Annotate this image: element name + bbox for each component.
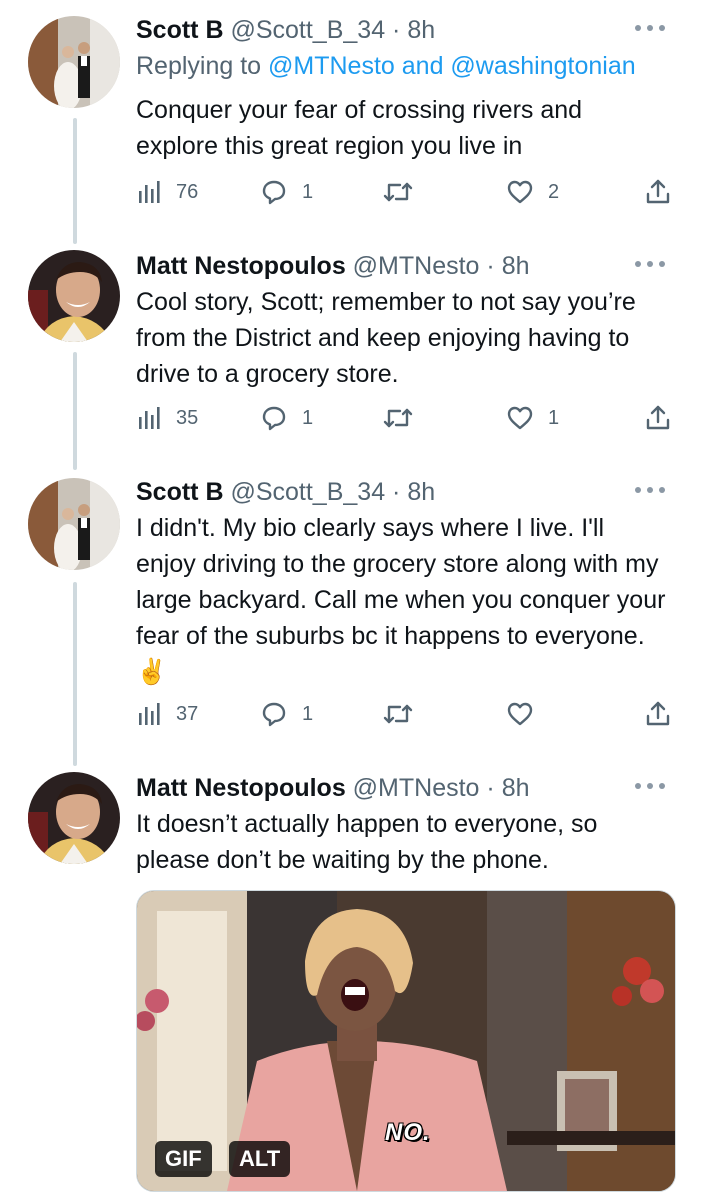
like-button[interactable] bbox=[506, 696, 548, 732]
more-dots-icon[interactable] bbox=[635, 480, 665, 500]
tweet-header: Scott B @Scott_B_34 · 8h bbox=[136, 476, 435, 508]
like-count: 2 bbox=[548, 180, 560, 203]
views-count: 37 bbox=[176, 702, 199, 725]
reply-bubble-icon bbox=[262, 406, 286, 431]
avatar[interactable] bbox=[28, 250, 120, 342]
more-dots-icon[interactable] bbox=[635, 18, 665, 38]
share-button[interactable] bbox=[644, 174, 672, 210]
timestamp[interactable]: · 8h bbox=[392, 16, 435, 44]
like-button[interactable]: 1 bbox=[506, 400, 559, 436]
action-bar: 37 1 bbox=[136, 696, 676, 732]
more-dots-icon[interactable] bbox=[635, 776, 665, 796]
action-bar: 35 1 1 bbox=[136, 400, 676, 436]
tweet-text: Conquer your fear of crossing rivers and… bbox=[136, 96, 583, 160]
tweet-text: Cool story, Scott; remember to not say y… bbox=[136, 288, 636, 388]
alt-badge[interactable]: ALT bbox=[229, 1141, 291, 1177]
avatar[interactable] bbox=[28, 772, 120, 864]
avatar[interactable] bbox=[28, 16, 120, 108]
views-count: 35 bbox=[176, 406, 199, 429]
display-name[interactable]: Scott B bbox=[136, 16, 224, 44]
heart-icon bbox=[507, 406, 533, 430]
timestamp[interactable]: · 8h bbox=[486, 252, 529, 280]
display-name[interactable]: Matt Nestopoulos bbox=[136, 774, 346, 802]
share-button[interactable] bbox=[644, 400, 672, 436]
timestamp[interactable]: · 8h bbox=[392, 478, 435, 506]
tweet-header: Matt Nestopoulos @MTNesto · 8h bbox=[136, 250, 530, 282]
gif-badge: GIF bbox=[155, 1141, 212, 1177]
reply-bubble-icon bbox=[262, 180, 286, 205]
retweet-icon bbox=[383, 182, 413, 202]
retweet-button[interactable] bbox=[382, 400, 428, 436]
heart-icon bbox=[507, 180, 533, 204]
reply-count: 1 bbox=[302, 180, 314, 203]
action-bar: 76 1 2 bbox=[136, 174, 676, 210]
tweet-text: It doesn’t actually happen to everyone, … bbox=[136, 810, 598, 874]
thread-connector bbox=[73, 582, 77, 766]
like-button[interactable]: 2 bbox=[506, 174, 559, 210]
bar-chart-icon bbox=[139, 407, 160, 429]
more-dots-icon[interactable] bbox=[635, 254, 665, 274]
avatar[interactable] bbox=[28, 478, 120, 570]
thread-connector bbox=[73, 352, 77, 470]
retweet-button[interactable] bbox=[382, 696, 428, 732]
display-name[interactable]: Matt Nestopoulos bbox=[136, 252, 346, 280]
like-count: 1 bbox=[548, 406, 560, 429]
views-button[interactable]: 37 bbox=[136, 696, 198, 732]
timestamp[interactable]: · 8h bbox=[486, 774, 529, 802]
reply-count: 1 bbox=[302, 406, 314, 429]
handle[interactable]: @MTNesto bbox=[353, 774, 480, 802]
views-count: 76 bbox=[176, 180, 199, 203]
replying-to-handles[interactable]: @MTNesto and @washingtonian bbox=[268, 52, 636, 80]
handle[interactable]: @MTNesto bbox=[353, 252, 480, 280]
gif-caption: NO. bbox=[385, 1119, 431, 1146]
retweet-button[interactable] bbox=[382, 174, 428, 210]
retweet-icon bbox=[383, 704, 413, 724]
heart-icon bbox=[507, 702, 533, 726]
views-button[interactable]: 35 bbox=[136, 400, 198, 436]
reply-count: 1 bbox=[302, 702, 314, 725]
reply-button[interactable]: 1 bbox=[260, 400, 313, 436]
bar-chart-icon bbox=[139, 703, 160, 725]
share-icon bbox=[646, 405, 670, 430]
replying-to: Replying to @MTNesto and @washingtonian bbox=[136, 50, 636, 82]
retweet-icon bbox=[383, 408, 413, 428]
replying-to-prefix: Replying to bbox=[136, 52, 262, 80]
tweet-header: Matt Nestopoulos @MTNesto · 8h bbox=[136, 772, 530, 804]
display-name[interactable]: Scott B bbox=[136, 478, 224, 506]
thread-connector bbox=[73, 118, 77, 244]
reply-button[interactable]: 1 bbox=[260, 174, 313, 210]
handle[interactable]: @Scott_B_34 bbox=[230, 16, 385, 44]
views-button[interactable]: 76 bbox=[136, 174, 198, 210]
reply-button[interactable]: 1 bbox=[260, 696, 313, 732]
share-icon bbox=[646, 179, 670, 204]
handle[interactable]: @Scott_B_34 bbox=[230, 478, 385, 506]
bar-chart-icon bbox=[139, 181, 160, 203]
reply-bubble-icon bbox=[262, 702, 286, 727]
gif-media[interactable]: NO. GIF ALT bbox=[136, 890, 676, 1192]
share-button[interactable] bbox=[644, 696, 672, 732]
share-icon bbox=[646, 701, 670, 726]
tweet-header: Scott B @Scott_B_34 · 8h bbox=[136, 14, 435, 46]
tweet-text: I didn't. My bio clearly says where I li… bbox=[136, 514, 666, 686]
